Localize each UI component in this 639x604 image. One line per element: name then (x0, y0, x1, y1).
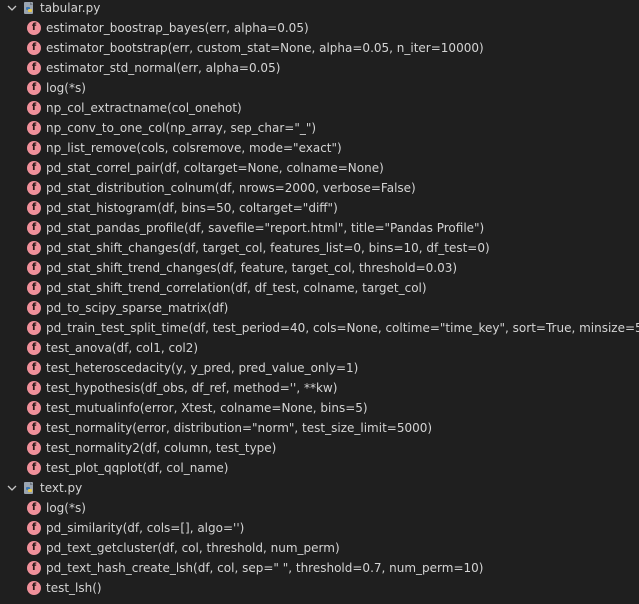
function-item[interactable]: f test_hypothesis(df_obs, df_ref, method=… (0, 378, 639, 398)
function-signature: test_normality2(df, column, test_type) (46, 441, 277, 455)
function-signature: test_lsh() (46, 581, 102, 595)
chevron-down-icon[interactable] (6, 482, 18, 494)
function-icon: f (27, 441, 41, 455)
function-signature: pd_to_scipy_sparse_matrix(df) (46, 301, 229, 315)
function-item[interactable]: f estimator_std_normal(err, alpha=0.05) (0, 58, 639, 78)
function-signature: np_conv_to_one_col(np_array, sep_char="_… (46, 121, 317, 135)
function-signature: test_hypothesis(df_obs, df_ref, method='… (46, 381, 338, 395)
function-signature: pd_stat_shift_trend_changes(df, feature,… (46, 261, 458, 275)
function-signature: np_col_extractname(col_onehot) (46, 101, 242, 115)
function-signature: pd_stat_correl_pair(df, coltarget=None, … (46, 161, 384, 175)
function-icon: f (27, 221, 41, 235)
function-icon: f (27, 101, 41, 115)
code-outline-tree: tabular.py f estimator_boostrap_bayes(err,… (0, 0, 639, 604)
function-icon: f (27, 301, 41, 315)
file-node-1[interactable]: text.py (0, 478, 639, 498)
function-signature: pd_train_test_split_time(df, test_period… (46, 321, 639, 335)
function-item[interactable]: f log(*s) (0, 78, 639, 98)
function-signature: pd_stat_shift_changes(df, target_col, fe… (46, 241, 490, 255)
function-icon: f (27, 581, 41, 595)
function-icon: f (27, 501, 41, 515)
function-item[interactable]: f estimator_boostrap_bayes(err, alpha=0.0… (0, 18, 639, 38)
function-item[interactable]: f pd_stat_pandas_profile(df, savefile="re… (0, 218, 639, 238)
function-icon: f (27, 381, 41, 395)
function-signature: test_plot_qqplot(df, col_name) (46, 461, 229, 475)
function-signature: pd_stat_distribution_colnum(df, nrows=20… (46, 181, 416, 195)
function-signature: test_mutualinfo(error, Xtest, colname=No… (46, 401, 368, 415)
function-item[interactable]: f np_conv_to_one_col(np_array, sep_char="… (0, 118, 639, 138)
function-item[interactable]: f pd_stat_distribution_colnum(df, nrows=2… (0, 178, 639, 198)
function-icon: f (27, 141, 41, 155)
file-name: tabular.py (40, 1, 101, 15)
function-signature: pd_stat_shift_trend_correlation(df, df_t… (46, 281, 427, 295)
chevron-down-icon[interactable] (6, 2, 18, 14)
function-icon: f (27, 241, 41, 255)
function-item[interactable]: f test_lsh() (0, 578, 639, 598)
function-item[interactable]: f np_list_remove(cols, colsremove, mode="… (0, 138, 639, 158)
function-icon: f (27, 421, 41, 435)
function-icon: f (27, 361, 41, 375)
function-item[interactable]: f test_normality(error, distribution="nor… (0, 418, 639, 438)
function-icon: f (27, 121, 41, 135)
function-signature: log(*s) (46, 81, 86, 95)
function-item[interactable]: f test_mutualinfo(error, Xtest, colname=N… (0, 398, 639, 418)
function-item[interactable]: f test_plot_qqplot(df, col_name) (0, 458, 639, 478)
function-signature: pd_text_hash_create_lsh(df, col, sep=" "… (46, 561, 484, 575)
function-item[interactable]: f estimator_bootstrap(err, custom_stat=No… (0, 38, 639, 58)
function-icon: f (27, 181, 41, 195)
file-node-0[interactable]: tabular.py (0, 0, 639, 18)
function-item[interactable]: f test_anova(df, col1, col2) (0, 338, 639, 358)
function-signature: test_normality(error, distribution="norm… (46, 421, 433, 435)
function-item[interactable]: f pd_train_test_split_time(df, test_perio… (0, 318, 639, 338)
function-item[interactable]: f pd_stat_shift_changes(df, target_col, f… (0, 238, 639, 258)
function-icon: f (27, 201, 41, 215)
function-icon: f (27, 81, 41, 95)
function-signature: estimator_boostrap_bayes(err, alpha=0.05… (46, 21, 309, 35)
function-signature: test_anova(df, col1, col2) (46, 341, 199, 355)
function-icon: f (27, 161, 41, 175)
function-signature: log(*s) (46, 501, 86, 515)
function-icon: f (27, 401, 41, 415)
function-signature: pd_similarity(df, cols=[], algo='') (46, 521, 245, 535)
function-icon: f (27, 281, 41, 295)
function-item[interactable]: f np_col_extractname(col_onehot) (0, 98, 639, 118)
function-icon: f (27, 561, 41, 575)
function-item[interactable]: f pd_text_hash_create_lsh(df, col, sep=" … (0, 558, 639, 578)
function-item[interactable]: f pd_stat_histogram(df, bins=50, coltarge… (0, 198, 639, 218)
function-icon: f (27, 341, 41, 355)
function-item[interactable]: f pd_similarity(df, cols=[], algo='') (0, 518, 639, 538)
function-item[interactable]: f pd_stat_correl_pair(df, coltarget=None,… (0, 158, 639, 178)
function-item[interactable]: f log(*s) (0, 498, 639, 518)
function-item[interactable]: f pd_text_getcluster(df, col, threshold, … (0, 538, 639, 558)
function-icon: f (27, 41, 41, 55)
function-item[interactable]: f test_heteroscedacity(y, y_pred, pred_va… (0, 358, 639, 378)
function-signature: pd_text_getcluster(df, col, threshold, n… (46, 541, 340, 555)
function-icon: f (27, 261, 41, 275)
function-signature: pd_stat_histogram(df, bins=50, coltarget… (46, 201, 338, 215)
function-item[interactable]: f pd_to_scipy_sparse_matrix(df) (0, 298, 639, 318)
function-icon: f (27, 21, 41, 35)
function-icon: f (27, 521, 41, 535)
function-item[interactable]: f test_normality2(df, column, test_type) (0, 438, 639, 458)
file-name: text.py (40, 481, 83, 495)
function-item[interactable]: f pd_stat_shift_trend_correlation(df, df_… (0, 278, 639, 298)
function-icon: f (27, 461, 41, 475)
python-file-icon (24, 2, 33, 14)
function-signature: estimator_std_normal(err, alpha=0.05) (46, 61, 281, 75)
function-signature: estimator_bootstrap(err, custom_stat=Non… (46, 41, 484, 55)
function-icon: f (27, 321, 41, 335)
function-icon: f (27, 541, 41, 555)
function-icon: f (27, 61, 41, 75)
function-item[interactable]: f pd_stat_shift_trend_changes(df, feature… (0, 258, 639, 278)
python-file-icon (24, 482, 33, 494)
function-signature: np_list_remove(cols, colsremove, mode="e… (46, 141, 342, 155)
function-signature: pd_stat_pandas_profile(df, savefile="rep… (46, 221, 485, 235)
function-signature: test_heteroscedacity(y, y_pred, pred_val… (46, 361, 359, 375)
